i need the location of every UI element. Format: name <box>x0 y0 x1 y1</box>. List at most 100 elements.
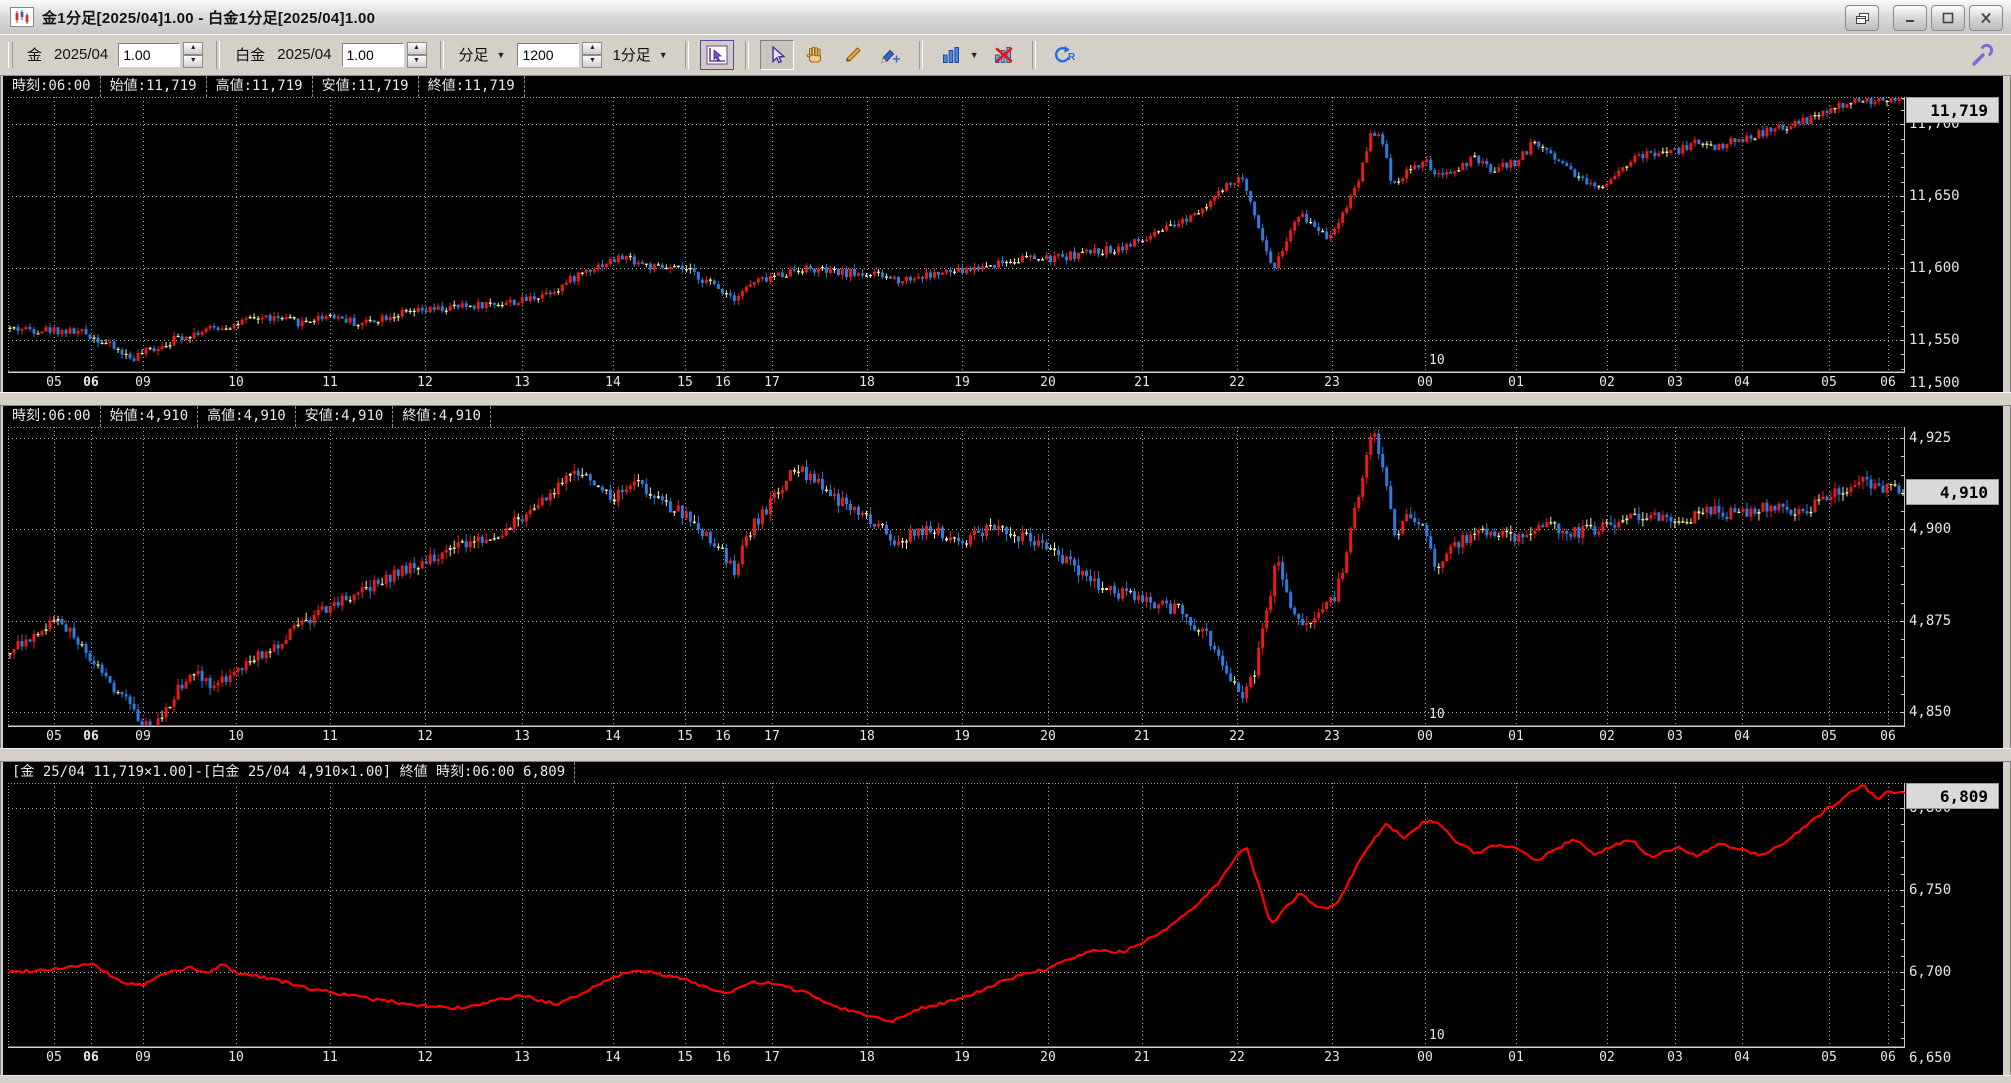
platinum-spin-down-button[interactable]: ▼ <box>406 54 427 68</box>
info-field: [金 25/04 11,719×1.00]-[白金 25/04 4,910×1.… <box>5 762 576 783</box>
platinum-price-axis: 4,910 4,925 4,900 4,875 4,850 <box>1905 427 2003 749</box>
time-axis-label: 00 <box>1417 729 1433 744</box>
time-axis-label: 15 <box>677 1050 693 1065</box>
time-axis-label: 03 <box>1667 375 1683 390</box>
price-axis-label: 11,550 <box>1909 332 1960 348</box>
timeframe-dropdown[interactable]: 1分足 <box>612 44 650 65</box>
chevron-down-icon[interactable]: ▼ <box>659 50 668 60</box>
interval-dropdown[interactable]: 分足 <box>459 44 489 65</box>
time-axis-label: 14 <box>605 1050 621 1065</box>
platinum-multiplier-spinner: ▲▼ <box>341 41 427 68</box>
gold-spin-up-button[interactable]: ▲ <box>183 41 204 55</box>
pan-hand-tool-button[interactable] <box>798 40 832 70</box>
time-axis-label: 05 <box>1821 375 1837 390</box>
info-field: 高値:4,910 <box>198 406 296 427</box>
time-axis-label: 09 <box>135 375 151 390</box>
time-axis-label: 10 <box>228 375 244 390</box>
time-axis-label: 23 <box>1324 375 1340 390</box>
time-axis-label: 05 <box>46 729 62 744</box>
cursor-tool-button[interactable] <box>759 39 794 70</box>
time-axis-label: 06 <box>83 1050 99 1065</box>
time-axis-label: 05 <box>1821 1050 1837 1065</box>
time-axis-label: 18 <box>859 1050 875 1065</box>
hand-icon <box>806 46 821 62</box>
toolbar-separator <box>216 40 221 69</box>
time-axis-label: 16 <box>715 1050 731 1065</box>
time-axis-label: 13 <box>514 1050 530 1065</box>
time-axis-label: 05 <box>1821 729 1837 744</box>
time-axis-label: 23 <box>1324 1050 1340 1065</box>
gold-info-bar: 時刻:06:00 始値:11,719 高値:11,719 安値:11,719 終値:11… <box>5 76 2000 97</box>
time-axis-label: 15 <box>677 375 693 390</box>
time-axis-label: 04 <box>1734 1050 1750 1065</box>
time-axis-label: 09 <box>135 729 151 744</box>
toolbar: 金 2025/04 ▲▼ 白金 2025/04 ▲▼ 分足 ▼ ▲▼ 1分足 ▼ <box>0 34 2011 76</box>
remove-chart-tool-button[interactable] <box>987 40 1021 70</box>
time-axis-label: 21 <box>1134 1050 1150 1065</box>
time-axis-label: 17 <box>764 375 780 390</box>
restore-window-button[interactable] <box>1845 5 1879 31</box>
toolbar-grip[interactable] <box>8 41 13 68</box>
panel-separator[interactable] <box>0 748 2011 762</box>
select-chart-icon <box>706 45 728 64</box>
time-axis-label: 02 <box>1599 1050 1615 1065</box>
price-axis-label: 6,750 <box>1909 882 1952 898</box>
time-axis-label: 06 <box>1880 375 1896 390</box>
marker-draw-tool-button[interactable] <box>874 40 908 70</box>
time-axis-label: 20 <box>1040 729 1056 744</box>
time-axis-label: 06 <box>83 375 99 390</box>
time-axis-label: 17 <box>764 1050 780 1065</box>
spread-info-bar: [金 25/04 11,719×1.00]-[白金 25/04 4,910×1.… <box>5 762 2000 783</box>
reload-tool-button[interactable]: R <box>1047 40 1081 70</box>
time-axis-label: 01 <box>1508 729 1524 744</box>
time-axis-label: 02 <box>1599 729 1615 744</box>
time-axis-label: 11 <box>322 1050 338 1065</box>
spread-line-series <box>8 784 1905 1024</box>
gold-candlestick-plot[interactable]: 10 <box>8 97 1905 373</box>
bar-count-input[interactable] <box>517 42 580 67</box>
platinum-spin-up-button[interactable]: ▲ <box>406 41 427 55</box>
info-field: 高値:11,719 <box>207 76 313 97</box>
info-field: 時刻:06:00 <box>5 406 101 427</box>
time-axis-label: 05 <box>46 1050 62 1065</box>
chevron-down-icon[interactable]: ▼ <box>497 50 506 60</box>
maximize-button[interactable] <box>1931 5 1965 31</box>
chevron-down-icon[interactable]: ▼ <box>970 50 979 60</box>
spread-last-price-box: 6,809 <box>1906 783 1999 809</box>
bar-count-spinner: ▲▼ <box>517 41 603 68</box>
gold-multiplier-spinner: ▲▼ <box>118 41 204 68</box>
platinum-candlestick-plot[interactable]: 10 <box>8 427 1905 727</box>
platinum-label: 白金 <box>235 47 266 64</box>
close-button[interactable] <box>1969 5 2003 31</box>
spread-line-plot[interactable]: 10 <box>8 783 1905 1048</box>
bar-count-up-button[interactable]: ▲ <box>582 41 603 55</box>
time-axis-label: 19 <box>954 729 970 744</box>
gold-multiplier-input[interactable] <box>118 42 181 67</box>
time-axis-label: 01 <box>1508 1050 1524 1065</box>
cursor-icon <box>772 44 786 64</box>
time-axis-label: 06 <box>83 729 99 744</box>
gold-chart-panel: 時刻:06:00 始値:11,719 高値:11,719 安値:11,719 終値:11… <box>3 76 2003 392</box>
settings-wrench-icon[interactable] <box>1969 42 1995 73</box>
bar-count-down-button[interactable]: ▼ <box>582 54 603 68</box>
candlestick-chart-icon <box>10 7 34 27</box>
window-title: 金1分足[2025/04]1.00 - 白金1分足[2025/04]1.00 <box>42 9 376 27</box>
pencil-draw-tool-button[interactable] <box>836 40 870 70</box>
price-axis-label: 4,875 <box>1909 613 1952 629</box>
pencil-icon <box>846 46 861 61</box>
time-axis-label: 22 <box>1229 1050 1245 1065</box>
time-axis-label: 14 <box>605 375 621 390</box>
gold-spin-down-button[interactable]: ▼ <box>183 54 204 68</box>
window-bottom-border <box>0 1075 2011 1083</box>
spread-chart-panel: [金 25/04 11,719×1.00]-[白金 25/04 4,910×1.… <box>3 762 2003 1070</box>
time-axis-label: 14 <box>605 729 621 744</box>
time-axis-label: 11 <box>322 729 338 744</box>
chart-type-dropdown-button[interactable] <box>934 40 968 70</box>
minimize-button[interactable] <box>1893 5 1927 31</box>
time-axis-label: 19 <box>954 375 970 390</box>
price-axis-label: 6,650 <box>1909 1050 1952 1066</box>
platinum-multiplier-input[interactable] <box>341 42 404 67</box>
panel-separator[interactable] <box>0 392 2011 406</box>
select-chart-tool-button[interactable] <box>699 39 734 70</box>
time-axis-label: 18 <box>859 375 875 390</box>
